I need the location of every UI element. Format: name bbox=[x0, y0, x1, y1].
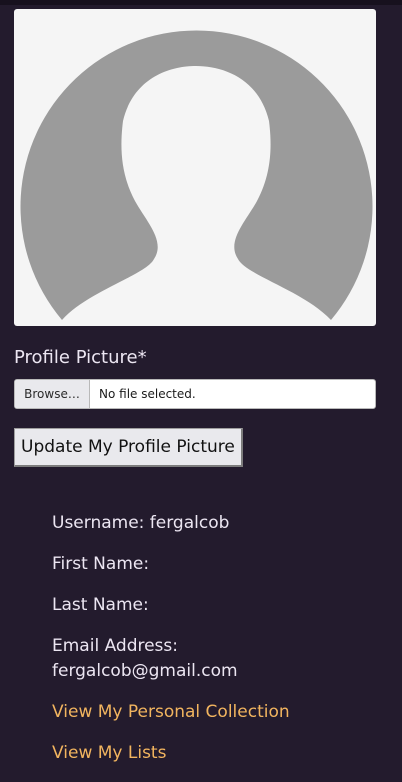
view-my-lists-link[interactable]: View My Lists bbox=[52, 741, 392, 766]
top-bar bbox=[0, 0, 402, 5]
last-name-line: Last Name: bbox=[52, 595, 149, 615]
avatar-silhouette-icon bbox=[20, 30, 373, 320]
email-label: Email Address: bbox=[52, 636, 178, 656]
profile-picture-label: Profile Picture* bbox=[14, 347, 147, 368]
browse-button[interactable]: Browse… bbox=[15, 380, 90, 408]
update-profile-picture-button[interactable]: Update My Profile Picture bbox=[14, 428, 243, 467]
username-line: Username: fergalcob bbox=[52, 513, 230, 533]
profile-avatar bbox=[14, 9, 376, 326]
first-name-line: First Name: bbox=[52, 554, 150, 574]
user-info: Username: fergalcob First Name: Last Nam… bbox=[52, 511, 392, 782]
view-personal-collection-link[interactable]: View My Personal Collection bbox=[52, 700, 392, 725]
email-value: fergalcob@gmail.com bbox=[52, 661, 238, 681]
profile-picture-file-input[interactable]: Browse… No file selected. bbox=[14, 379, 376, 409]
email-block: Email Address: fergalcob@gmail.com bbox=[52, 634, 392, 684]
file-status-text: No file selected. bbox=[99, 387, 196, 401]
